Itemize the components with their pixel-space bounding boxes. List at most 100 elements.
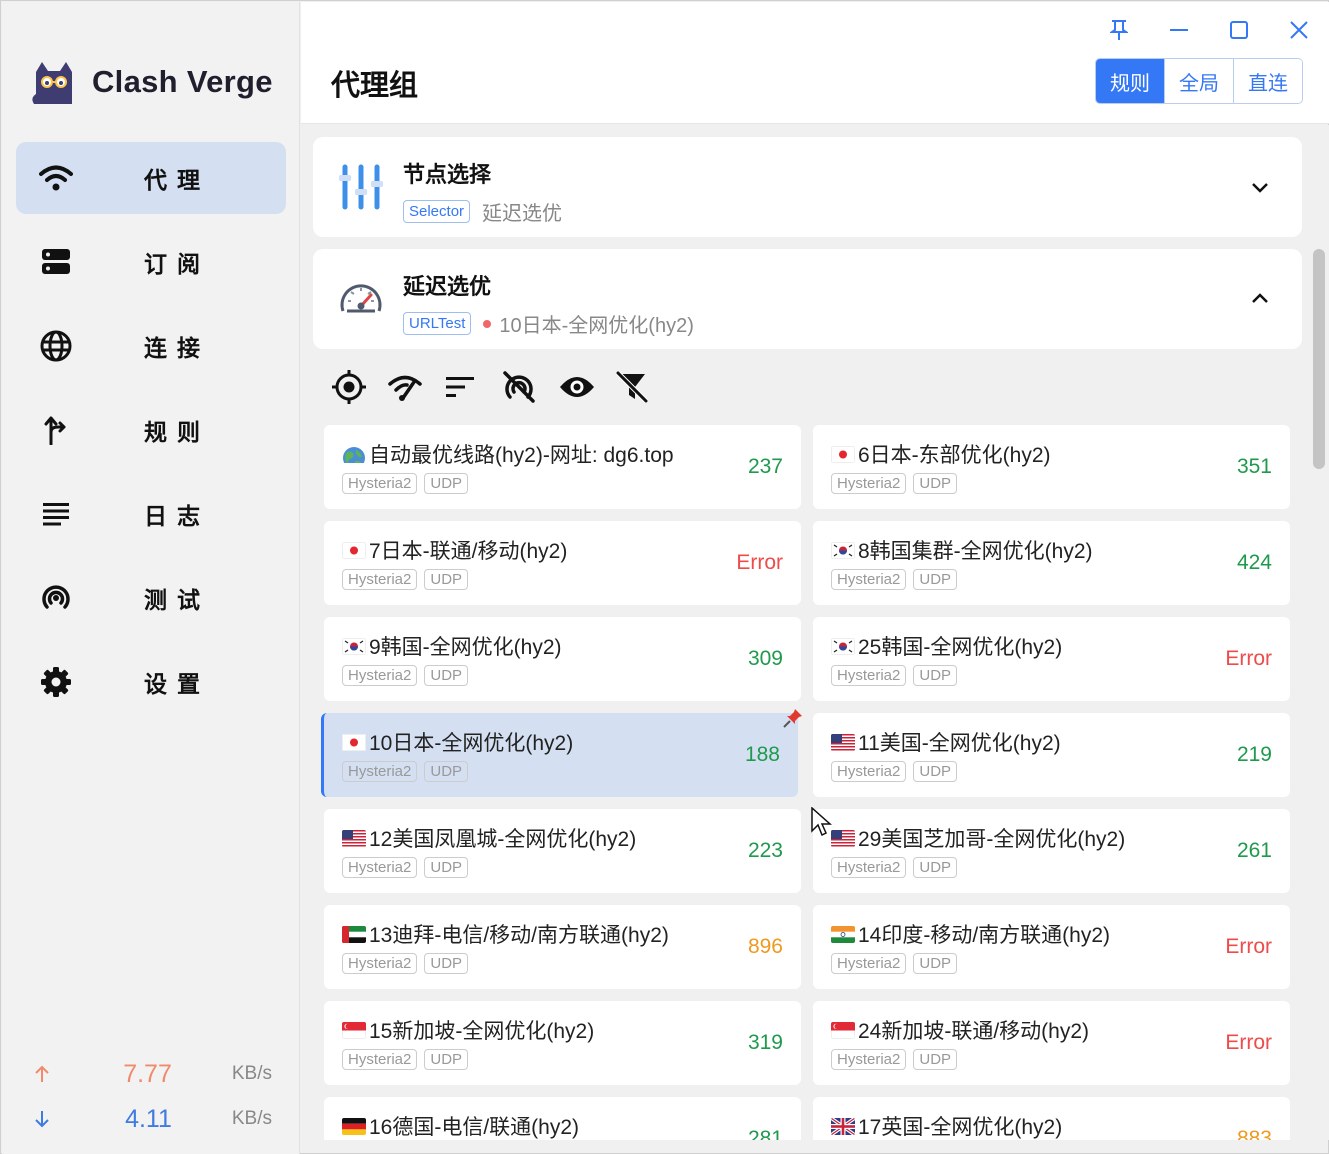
sidebar-item-rules[interactable]: 规则 xyxy=(16,394,286,466)
delay-value[interactable]: 219 xyxy=(1237,743,1272,767)
proxy-card[interactable]: 29美国芝加哥-全网优化(hy2) Hysteria2 UDP 261 xyxy=(813,809,1290,893)
proxy-card-selected[interactable]: 10日本-全网优化(hy2) Hysteria2 UDP 188 xyxy=(321,709,802,797)
proxy-group-card[interactable]: 节点选择 Selector 延迟选优 xyxy=(313,137,1302,237)
proxy-card[interactable]: 14印度-移动/南方联通(hy2) Hysteria2 UDP Error xyxy=(813,905,1290,989)
proxy-group-card[interactable]: 延迟选优 URLTest 10日本-全网优化(hy2) xyxy=(313,249,1302,349)
delay-value[interactable]: Error xyxy=(736,551,783,575)
delay-value[interactable]: 424 xyxy=(1237,551,1272,575)
minimize-button[interactable] xyxy=(1149,12,1209,48)
mode-direct-button[interactable]: 直连 xyxy=(1233,59,1302,103)
sidebar-item-logs[interactable]: 日志 xyxy=(16,478,286,550)
scrollbar-thumb[interactable] xyxy=(1313,249,1325,469)
app-name: Clash Verge xyxy=(92,64,273,99)
filter-wifi-off-button[interactable] xyxy=(502,367,559,407)
sidebar-item-label: 测试 xyxy=(144,587,210,613)
proxy-type-badge: Hysteria2 xyxy=(342,761,418,782)
proxy-type-badge: Hysteria2 xyxy=(342,569,418,590)
proxy-name: 17英国-全网优化(hy2) xyxy=(831,1111,1062,1140)
udp-badge: UDP xyxy=(424,761,469,782)
group-current-proxy: 延迟选优 xyxy=(482,197,562,226)
proxy-type-badge: Hysteria2 xyxy=(831,1049,907,1070)
proxy-type-badge: Hysteria2 xyxy=(342,857,418,878)
locate-button[interactable] xyxy=(331,367,388,407)
chevron-down-icon[interactable] xyxy=(1248,175,1272,199)
proxy-name-text: 14印度-移动/南方联通(hy2) xyxy=(858,924,1111,947)
filter-off-button[interactable] xyxy=(616,367,673,407)
proxy-name: 自动最优线路(hy2)-网址: dg6.top xyxy=(342,439,674,469)
show-details-button[interactable] xyxy=(559,367,616,407)
proxy-type-badge: Hysteria2 xyxy=(831,953,907,974)
mode-rule-button[interactable]: 规则 xyxy=(1096,59,1164,103)
proxy-card[interactable]: 7日本-联通/移动(hy2) Hysteria2 UDP Error xyxy=(324,521,801,605)
delay-test-button[interactable] xyxy=(388,367,445,407)
proxy-card[interactable]: 9韩国-全网优化(hy2) Hysteria2 UDP 309 xyxy=(324,617,801,701)
proxy-badges: Hysteria2 UDP xyxy=(342,857,475,878)
close-button[interactable] xyxy=(1269,12,1329,48)
proxy-badges: Hysteria2 UDP xyxy=(831,953,964,974)
delay-value[interactable]: 319 xyxy=(748,1031,783,1055)
proxy-card[interactable]: 24新加坡-联通/移动(hy2) Hysteria2 UDP Error xyxy=(813,1001,1290,1085)
sidebar-item-label: 设置 xyxy=(144,671,210,697)
delay-value[interactable]: Error xyxy=(1225,935,1272,959)
proxy-name: 25韩国-全网优化(hy2) xyxy=(831,631,1062,661)
group-current-proxy-name: 延迟选优 xyxy=(482,203,563,225)
sidebar-item-proxy[interactable]: 代理 xyxy=(16,142,286,214)
proxy-card[interactable]: 16德国-电信/联通(hy2)Hysteria2UDP281 xyxy=(324,1097,801,1140)
proxy-type-badge: Hysteria2 xyxy=(831,857,907,878)
delay-value[interactable]: 261 xyxy=(1237,839,1272,863)
proxy-card[interactable]: 11美国-全网优化(hy2) Hysteria2 UDP 219 xyxy=(813,713,1290,797)
flag-jp-icon xyxy=(831,445,855,463)
wifi-tethering-off-icon xyxy=(503,371,535,403)
sidebar-item-subscription[interactable]: 订阅 xyxy=(16,226,286,298)
proxy-card[interactable]: 25韩国-全网优化(hy2) Hysteria2 UDP Error xyxy=(813,617,1290,701)
proxy-card[interactable]: 13迪拜-电信/移动/南方联通(hy2) Hysteria2 UDP 896 xyxy=(324,905,801,989)
delay-value[interactable]: 237 xyxy=(748,455,783,479)
delay-value[interactable]: 351 xyxy=(1237,455,1272,479)
delay-value[interactable]: Error xyxy=(1225,1031,1272,1055)
group-type-tag: Selector xyxy=(403,200,471,223)
sort-button[interactable] xyxy=(445,367,502,407)
sidebar-item-settings[interactable]: 设置 xyxy=(16,646,286,718)
fork-icon xyxy=(16,415,96,445)
delay-value[interactable]: 188 xyxy=(745,743,780,767)
sidebar-nav: 代理 订阅 连接 规则 日志 测试 设置 xyxy=(16,142,286,730)
flag-us-icon xyxy=(831,829,855,847)
delay-value[interactable]: 896 xyxy=(748,935,783,959)
proxy-name-text: 12美国凤凰城-全网优化(hy2) xyxy=(369,828,637,851)
arrow-up-icon xyxy=(32,1065,52,1083)
eye-icon xyxy=(560,377,594,397)
proxy-name: 9韩国-全网优化(hy2) xyxy=(342,631,562,661)
sidebar-item-connections[interactable]: 连接 xyxy=(16,310,286,382)
main-panel: 代理组 规则 全局 直连 节点选择 Selector 延迟选优 延迟选优 URL… xyxy=(301,2,1329,1154)
proxy-name-text: 25韩国-全网优化(hy2) xyxy=(858,636,1063,659)
mode-switch: 规则 全局 直连 xyxy=(1095,58,1303,104)
proxy-card[interactable]: 6日本-东部优化(hy2) Hysteria2 UDP 351 xyxy=(813,425,1290,509)
proxy-badges: Hysteria2 UDP xyxy=(342,953,475,974)
delay-value[interactable]: 281 xyxy=(748,1127,783,1140)
delay-value[interactable]: 309 xyxy=(748,647,783,671)
maximize-button[interactable] xyxy=(1209,12,1269,48)
chevron-up-icon[interactable] xyxy=(1248,287,1272,311)
proxy-card[interactable]: 17英国-全网优化(hy2)Hysteria2UDP883 xyxy=(813,1097,1290,1140)
proxy-card[interactable]: 12美国凤凰城-全网优化(hy2) Hysteria2 UDP 223 xyxy=(324,809,801,893)
delay-value[interactable]: 883 xyxy=(1237,1127,1272,1140)
mouse-cursor-icon xyxy=(811,807,832,837)
proxy-card[interactable]: 8韩国集群-全网优化(hy2) Hysteria2 UDP 424 xyxy=(813,521,1290,605)
proxy-badges: Hysteria2 UDP xyxy=(342,665,475,686)
flag-jp-icon xyxy=(342,541,366,559)
proxy-badges: Hysteria2 UDP xyxy=(342,1049,475,1070)
proxy-card[interactable]: 自动最优线路(hy2)-网址: dg6.top Hysteria2 UDP 237 xyxy=(324,425,801,509)
delay-value[interactable]: Error xyxy=(1225,647,1272,671)
delay-value[interactable]: 223 xyxy=(748,839,783,863)
udp-badge: UDP xyxy=(913,473,958,494)
proxy-name-text: 17英国-全网优化(hy2) xyxy=(858,1116,1063,1139)
pin-window-button[interactable] xyxy=(1089,12,1149,48)
proxy-badges: Hysteria2 UDP xyxy=(831,473,964,494)
minimize-icon xyxy=(1170,29,1188,31)
proxy-name: 8韩国集群-全网优化(hy2) xyxy=(831,535,1093,565)
sidebar-item-test[interactable]: 测试 xyxy=(16,562,286,634)
mode-global-button[interactable]: 全局 xyxy=(1164,59,1233,103)
group-info: Selector 延迟选优 xyxy=(403,197,562,226)
proxy-type-badge: Hysteria2 xyxy=(831,473,907,494)
proxy-card[interactable]: 15新加坡-全网优化(hy2) Hysteria2 UDP 319 xyxy=(324,1001,801,1085)
